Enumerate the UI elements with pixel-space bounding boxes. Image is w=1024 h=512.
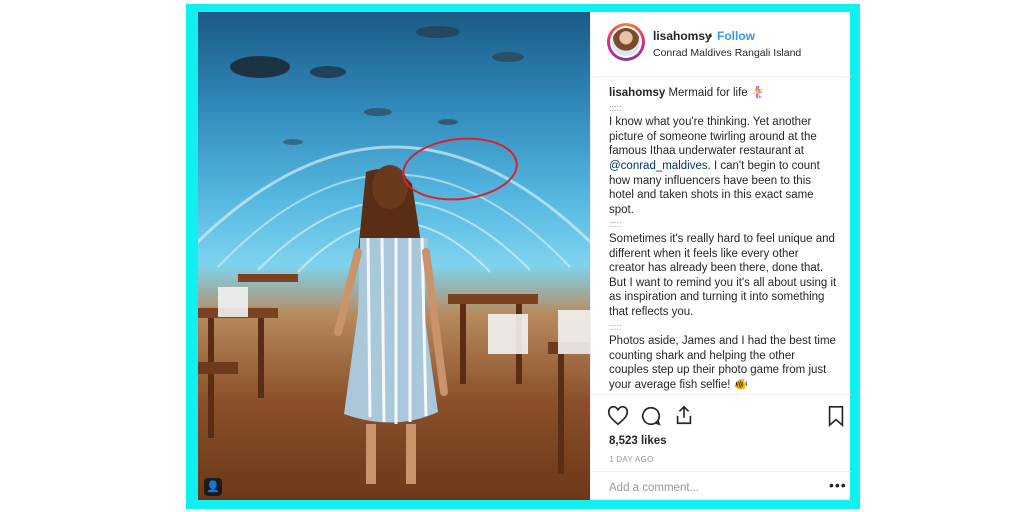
avatar[interactable]	[607, 23, 645, 61]
comment-bar: Add a comment... •••	[591, 471, 851, 502]
avatar-image	[612, 28, 640, 56]
caption-first-line: Mermaid for life	[668, 87, 748, 99]
comment-input[interactable]: Add a comment...	[609, 482, 699, 494]
caption-separator: :::::	[609, 219, 622, 230]
likes-count[interactable]: 8,523 likes	[609, 435, 667, 447]
post-photo[interactable]: 👤	[198, 12, 590, 500]
post-actions: 8,523 likes 1 DAY AGO Add a comment... •…	[591, 394, 851, 501]
post-timestamp: 1 DAY AGO	[609, 455, 654, 464]
more-options-icon[interactable]: •••	[829, 477, 847, 493]
caption-separator: :::::	[609, 321, 622, 332]
underwater-restaurant-illustration	[198, 26, 590, 484]
mention-link[interactable]: @conrad_maldives	[609, 160, 708, 172]
heart-icon[interactable]	[607, 405, 629, 427]
caption: lisahomsy Mermaid for life 🧜‍♀️ ::::: I …	[609, 86, 837, 392]
caption-username[interactable]: lisahomsy	[609, 87, 665, 99]
comment-icon[interactable]	[640, 405, 662, 427]
caption-paragraph: Photos aside, James and I had the best t…	[609, 335, 836, 391]
username-link[interactable]: lisahomsy	[653, 29, 712, 43]
post-sidebar: lisahomsy • Follow Conrad Maldives Ranga…	[590, 12, 851, 500]
post-header: lisahomsy • Follow Conrad Maldives Ranga…	[591, 12, 851, 77]
caption-separator: :::::	[609, 102, 622, 113]
location-link[interactable]: Conrad Maldives Rangali Island	[653, 47, 801, 59]
follow-button[interactable]: Follow	[717, 29, 755, 43]
mermaid-emoji: 🧜‍♀️	[750, 87, 766, 99]
caption-paragraph: I know what you're thinking. Yet another…	[609, 116, 817, 158]
caption-paragraph: Sometimes it's really hard to feel uniqu…	[609, 232, 837, 318]
user-tag-icon[interactable]: 👤	[204, 478, 222, 496]
separator-dot: •	[708, 29, 713, 43]
share-icon[interactable]	[673, 404, 695, 426]
bookmark-icon[interactable]	[825, 405, 847, 427]
instagram-post: 👤 lisahomsy • Follow Conrad Maldives Ran…	[198, 12, 851, 500]
fish-emoji: 🐠	[733, 378, 748, 391]
